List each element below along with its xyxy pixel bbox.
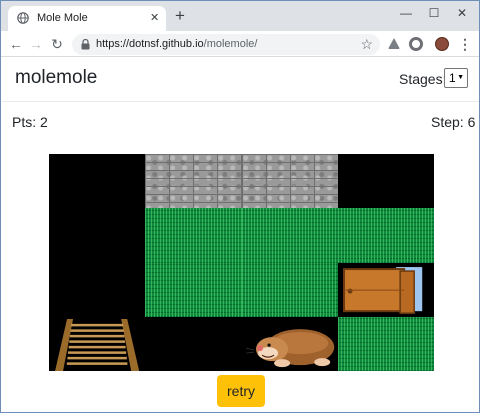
stages-select[interactable]: 1 ▼ [444, 68, 468, 88]
avatar-icon[interactable] [435, 37, 449, 51]
stages-value: 1 [449, 71, 456, 85]
drive-extension-icon[interactable] [387, 37, 401, 51]
forward-arrow-icon[interactable]: → [27, 35, 45, 53]
game-board[interactable] [49, 154, 434, 371]
back-arrow-icon[interactable]: ← [7, 35, 25, 53]
grass-tile[interactable] [337, 316, 434, 371]
empty-tile[interactable] [49, 154, 146, 209]
stages-label: Stages: [399, 71, 447, 87]
tab-strip: Mole Mole ✕ + — ☐ ✕ [1, 1, 479, 31]
minimize-button[interactable]: — [397, 4, 415, 22]
empty-tile[interactable] [337, 154, 434, 209]
new-tab-button[interactable]: + [175, 7, 185, 24]
empty-tile[interactable] [49, 262, 146, 317]
header-divider [2, 101, 479, 102]
points-counter: Pts: 2 [12, 114, 48, 130]
address-bar[interactable]: https://dotnsf.github.io/molemole/ ☆ [72, 34, 380, 55]
grass-tile[interactable] [145, 208, 242, 263]
circle-extension-icon[interactable] [409, 37, 423, 51]
empty-tile[interactable] [145, 316, 242, 371]
globe-icon [17, 12, 29, 24]
browser-window: Mole Mole ✕ + — ☐ ✕ ← → ↻ https://dotnsf… [0, 0, 480, 413]
stone-wall-tile[interactable] [145, 154, 242, 209]
door-icon[interactable] [337, 262, 434, 317]
menu-icon[interactable]: ⋮ [456, 35, 474, 53]
mole-icon[interactable] [241, 316, 338, 371]
step-counter: Step: 6 [431, 114, 476, 130]
grass-tile[interactable] [241, 208, 338, 263]
browser-toolbar: ← → ↻ https://dotnsf.github.io/molemole/… [1, 31, 479, 57]
grass-tile[interactable] [145, 262, 242, 317]
app-title: molemole [15, 67, 98, 88]
reload-icon[interactable]: ↻ [48, 35, 66, 53]
grass-tile[interactable] [337, 208, 434, 263]
retry-button[interactable]: retry [217, 375, 265, 407]
empty-tile[interactable] [49, 208, 146, 263]
chevron-down-icon: ▼ [457, 74, 464, 81]
star-icon[interactable]: ☆ [360, 36, 373, 53]
tab-close-icon[interactable]: ✕ [150, 11, 159, 24]
lock-icon [81, 39, 90, 50]
stone-wall-tile[interactable] [241, 154, 338, 209]
close-window-button[interactable]: ✕ [453, 4, 471, 22]
url-path: /molemole/ [203, 38, 258, 50]
tab-title: Mole Mole [37, 12, 88, 24]
url-text: https://dotnsf.github.io/molemole/ [96, 38, 257, 50]
grass-tile[interactable] [241, 262, 338, 317]
ladder-icon[interactable] [49, 316, 146, 371]
url-host: https://dotnsf.github.io [96, 38, 204, 50]
browser-tab[interactable]: Mole Mole ✕ [8, 6, 166, 31]
maximize-button[interactable]: ☐ [425, 4, 443, 22]
